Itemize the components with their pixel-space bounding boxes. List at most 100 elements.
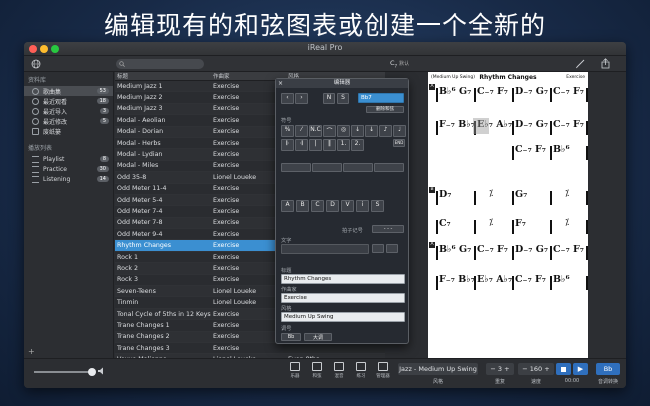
chord-symbol[interactable]: D₋₇ G₇ [515,244,548,255]
chord-symbol[interactable]: C₋₇ F₇ [515,274,546,285]
end-button[interactable]: END [393,139,405,147]
ending-button[interactable] [343,163,373,172]
tool-chord[interactable]: 和弦 [306,362,328,386]
barline-button[interactable]: 1. [337,139,350,151]
chord-symbol[interactable]: C₋₇ F₇ [477,244,508,255]
repeat-measure-symbol[interactable]: ⁒ [489,218,493,228]
section-marker-button[interactable]: C [311,200,324,212]
stop-button[interactable] [556,363,571,375]
sidebar-item-playlist[interactable]: Playlist 8 [24,154,113,164]
section-marker-button[interactable]: B [296,200,309,212]
key-root-select[interactable]: Bb [281,333,301,341]
sidebar-item-practice[interactable]: Practice 30 [24,164,113,174]
section-marker-button[interactable]: i [356,200,369,212]
composer-input[interactable]: Exercise [281,293,405,303]
repeat-measure-symbol[interactable]: ⁒ [489,189,493,199]
volume-slider[interactable] [34,371,92,373]
sidebar-item-trash[interactable]: 废纸篓 [24,126,113,136]
plus-icon[interactable]: + [544,365,549,373]
chord-symbol[interactable]: F₋₇ B♭₇ [439,274,475,285]
chord-symbol[interactable]: D₇ [439,189,451,200]
symbol-button[interactable]: ◎ [337,125,350,137]
title-input[interactable]: Rhythm Changes [281,274,405,284]
text-input[interactable] [281,244,369,254]
share-icon[interactable] [600,58,611,69]
sidebar-item-songs[interactable]: 歌曲集 53 [24,86,113,96]
sidebar-item-recently-imported[interactable]: 最近导入 3 [24,106,113,116]
symbol-button[interactable]: ↓ [365,125,378,137]
tool-mixer[interactable]: 混音 [328,362,350,386]
barline-button[interactable]: 𝄆 [281,139,294,151]
table-row[interactable]: Trane Changes 3 Exercise [115,343,385,355]
transpose-button[interactable]: Bb [596,363,620,375]
symbol-button[interactable]: ⁄ [295,125,308,137]
delete-chord-button[interactable]: 删除和弦 [366,106,404,113]
barline-button[interactable]: 𝄇 [295,139,308,151]
column-title[interactable]: 标题 [115,72,213,80]
repeats-field[interactable]: − 3 + [486,363,514,375]
text-align-button[interactable] [372,244,384,253]
chord-symbol[interactable]: D₋₇ G₇ [515,86,548,97]
style-select[interactable]: Medium Up Swing [281,312,405,322]
chord-symbol[interactable]: F₇ [515,218,526,229]
chord-symbol[interactable]: C₋₇ F₇ [553,244,584,255]
tool-instrument[interactable]: 乐器 [284,362,306,386]
ending-button[interactable] [374,163,404,172]
barline-button[interactable]: ‖ [323,139,336,151]
sidebar-item-recently-modified[interactable]: 最近修改 5 [24,116,113,126]
barline-button[interactable]: 2. [351,139,364,151]
tool-practice[interactable]: 练习 [350,362,372,386]
tempo-field[interactable]: − 160 + [518,363,554,375]
chord-symbol[interactable]: C₋₇ F₇ [515,144,546,155]
key-mode-select[interactable]: 大调 [304,333,332,341]
next-chord-button[interactable]: › [295,93,308,104]
search-input[interactable] [116,59,204,69]
sidebar-item-listening[interactable]: Listening 14 [24,174,113,184]
volume-knob[interactable] [88,368,96,376]
chord-symbol[interactable]: B♭⁶ [553,274,570,285]
minus-icon[interactable]: − [522,365,527,373]
chord-symbol[interactable]: C₋₇ F₇ [553,86,584,97]
ending-button[interactable] [312,163,342,172]
time-signature-select[interactable]: - - - [372,225,404,233]
play-button[interactable]: ▶ [573,363,588,375]
sidebar-item-recently-viewed[interactable]: 最近观看 18 [24,96,113,106]
chord-symbol[interactable]: E♭₇ A♭₇ [477,274,512,285]
section-marker-button[interactable]: V [341,200,354,212]
section-marker-button[interactable]: S [371,200,384,212]
section-marker-button[interactable]: D [326,200,339,212]
symbol-button[interactable]: % [281,125,294,137]
chord-symbol[interactable]: G₇ [515,189,527,200]
section-marker-button[interactable]: A [281,200,294,212]
chord-symbol[interactable]: B♭⁶ G₇ [439,244,471,255]
globe-icon[interactable] [31,59,41,69]
chord-symbol[interactable]: C₋₇ F₇ [553,119,584,130]
note-n-button[interactable]: N [323,93,335,104]
symbol-button[interactable]: ♪ [379,125,392,137]
chord-symbol[interactable]: B♭⁶ G₇ [439,86,471,97]
chord-symbol[interactable]: F₋₇ B♭₇ [439,119,475,130]
chord-symbol[interactable]: B♭⁶ [553,144,570,155]
barline-button[interactable]: | [309,139,322,151]
style-field[interactable]: Jazz - Medium Up Swing [398,363,478,375]
ending-button[interactable] [281,163,311,172]
minus-icon[interactable]: − [490,365,495,373]
chord-symbol[interactable]: C₇ [439,218,451,229]
symbol-button[interactable]: ↓ [351,125,364,137]
symbol-button[interactable]: N.C [309,125,322,137]
symbol-button[interactable]: ♩ [393,125,406,137]
repeat-measure-symbol[interactable]: ⁒ [565,218,569,228]
chord-input[interactable]: Bb7 [358,93,404,103]
prev-chord-button[interactable]: ‹ [281,93,294,104]
slash-button[interactable]: S [337,93,349,104]
symbol-button[interactable]: ⌒ [323,125,336,137]
close-icon[interactable]: × [278,79,283,88]
chord-symbol[interactable]: C₋₇ F₇ [477,86,508,97]
tool-manager[interactable]: 管理器 [372,362,394,386]
add-playlist-button[interactable]: + [28,347,35,356]
repeat-measure-symbol[interactable]: ⁒ [565,189,569,199]
chord-symbol[interactable]: D₋₇ G₇ [515,119,548,130]
plus-icon[interactable]: + [504,365,509,373]
pencil-icon[interactable] [575,58,586,69]
text-size-button[interactable] [386,244,398,253]
